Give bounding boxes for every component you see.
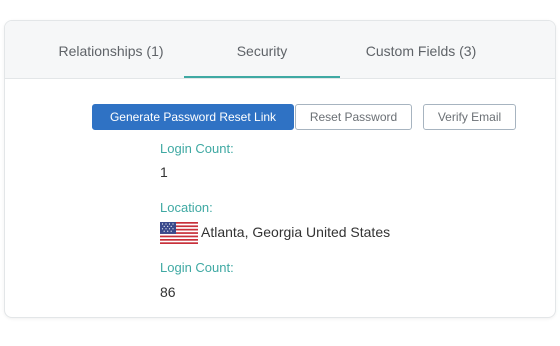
location-value: Atlanta, Georgia United States	[201, 224, 391, 240]
tab-relationships[interactable]: Relationships (1)	[30, 21, 192, 78]
login-count-label-2: Login Count:	[160, 260, 234, 275]
tab-security[interactable]: Security	[184, 21, 340, 78]
login-count-value: 1	[160, 164, 168, 180]
login-count-label: Login Count:	[160, 141, 234, 156]
generate-password-reset-link-button[interactable]: Generate Password Reset Link	[92, 104, 294, 130]
us-flag-icon	[160, 222, 198, 244]
tab-bar: Relationships (1) Security Custom Fields…	[5, 21, 555, 79]
reset-password-button[interactable]: Reset Password	[295, 104, 412, 130]
user-details-card: Relationships (1) Security Custom Fields…	[4, 20, 556, 318]
tab-custom-fields[interactable]: Custom Fields (3)	[340, 21, 502, 78]
login-count-value-2: 86	[160, 284, 176, 300]
verify-email-button[interactable]: Verify Email	[423, 104, 516, 130]
location-label: Location:	[160, 200, 213, 215]
